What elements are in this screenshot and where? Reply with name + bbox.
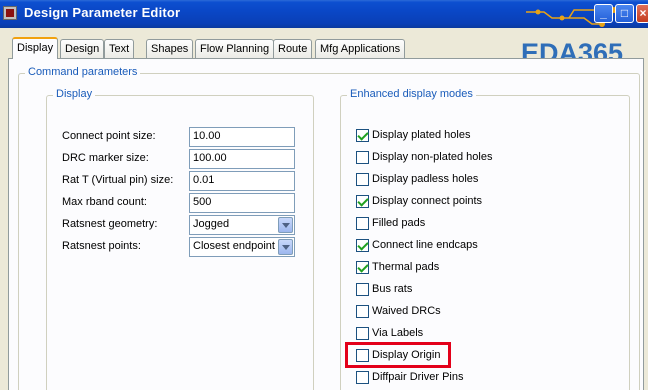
display-padless-holes-label: Display padless holes xyxy=(372,173,479,185)
chevron-down-icon[interactable] xyxy=(278,217,293,233)
app-icon[interactable] xyxy=(3,6,17,20)
display-non-plated-holes-label: Display non-plated holes xyxy=(372,151,493,163)
max-rband-count-input[interactable]: 500 xyxy=(189,193,295,213)
thermal-pads-checkbox[interactable] xyxy=(356,261,369,274)
rat-t-size-input[interactable]: 0.01 xyxy=(189,171,295,191)
connect-line-endcaps-label: Connect line endcaps xyxy=(372,239,478,251)
filled-pads-label: Filled pads xyxy=(372,217,426,229)
tab-display[interactable]: Display xyxy=(12,37,59,59)
tab-text[interactable]: Text xyxy=(104,39,135,58)
display-non-plated-holes-checkbox[interactable] xyxy=(356,151,369,164)
ratsnest-geometry-select[interactable]: Jogged xyxy=(189,215,295,235)
display-connect-points-label: Display connect points xyxy=(372,195,483,207)
command-parameters-label: Command parameters xyxy=(25,66,141,78)
connect-line-endcaps-checkbox[interactable] xyxy=(356,239,369,252)
display-connect-points-checkbox[interactable] xyxy=(356,195,369,208)
waived-drcs-label: Waived DRCs xyxy=(372,305,441,317)
connect-point-size-input[interactable]: 10.00 xyxy=(189,127,295,147)
ratsnest-points-value: Closest endpoint xyxy=(193,240,275,252)
waived-drcs-checkbox[interactable] xyxy=(356,305,369,318)
display-group-label: Display xyxy=(53,88,96,100)
max-rband-count-label: Max rband count: xyxy=(62,196,147,208)
title-bar: Design Parameter Editor _ □ × xyxy=(0,0,648,28)
chevron-down-icon[interactable] xyxy=(278,239,293,255)
via-labels-label: Via Labels xyxy=(372,327,424,339)
window-title: Design Parameter Editor xyxy=(24,5,181,20)
rat-t-size-label: Rat T (Virtual pin) size: xyxy=(62,174,174,186)
close-button[interactable]: × xyxy=(636,4,648,23)
tab-shapes[interactable]: Shapes xyxy=(146,39,194,58)
filled-pads-checkbox[interactable] xyxy=(356,217,369,230)
display-plated-holes-checkbox[interactable] xyxy=(356,129,369,142)
display-origin-highlight xyxy=(345,342,451,368)
bus-rats-label: Bus rats xyxy=(372,283,413,295)
bus-rats-checkbox[interactable] xyxy=(356,283,369,296)
connect-point-size-label: Connect point size: xyxy=(62,130,156,142)
maximize-button[interactable]: □ xyxy=(615,4,634,23)
display-padless-holes-checkbox[interactable] xyxy=(356,173,369,186)
ratsnest-points-select[interactable]: Closest endpoint xyxy=(189,237,295,257)
minimize-button[interactable]: _ xyxy=(594,4,613,23)
tab-mfg-applications[interactable]: Mfg Applications xyxy=(315,39,406,58)
ratsnest-geometry-label: Ratsnest geometry: xyxy=(62,218,158,230)
diffpair-driver-pins-label: Diffpair Driver Pins xyxy=(372,371,464,383)
via-labels-checkbox[interactable] xyxy=(356,327,369,340)
thermal-pads-label: Thermal pads xyxy=(372,261,440,273)
diffpair-driver-pins-checkbox[interactable] xyxy=(356,371,369,384)
display-plated-holes-label: Display plated holes xyxy=(372,129,471,141)
drc-marker-size-label: DRC marker size: xyxy=(62,152,149,164)
ratsnest-geometry-value: Jogged xyxy=(193,218,230,230)
ratsnest-points-label: Ratsnest points: xyxy=(62,240,141,252)
tab-route[interactable]: Route xyxy=(273,39,313,58)
tab-design[interactable]: Design xyxy=(60,39,105,58)
drc-marker-size-input[interactable]: 100.00 xyxy=(189,149,295,169)
tab-flow-planning[interactable]: Flow Planning xyxy=(195,39,275,58)
enhanced-display-modes-label: Enhanced display modes xyxy=(347,88,476,100)
